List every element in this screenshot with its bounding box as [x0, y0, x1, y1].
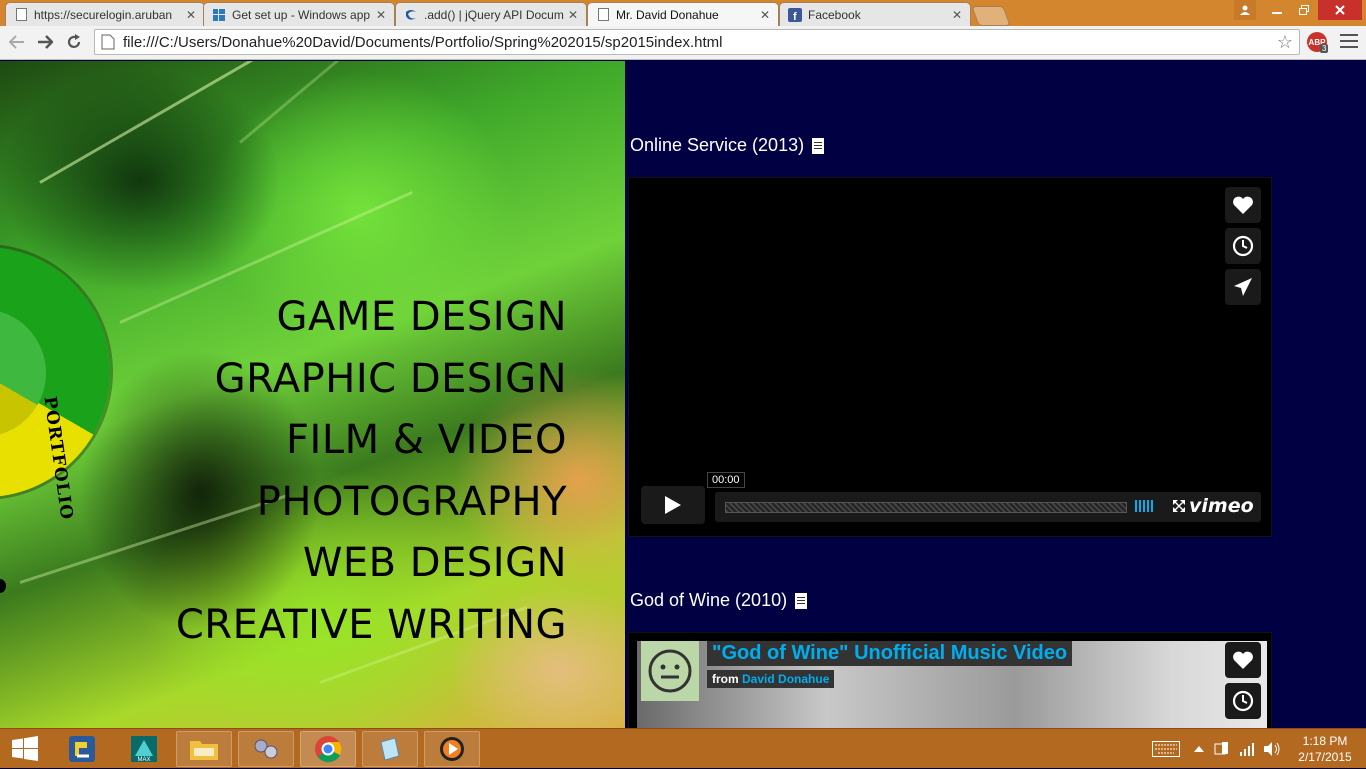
- menu-game-design[interactable]: GAME DESIGN: [176, 287, 567, 349]
- portfolio-artwork: PORTFOLIO GAME DESIGN GRAPHIC DESIGN FIL…: [0, 61, 625, 728]
- light-streak: [39, 61, 266, 184]
- page-icon: [596, 8, 610, 22]
- page-icon: [101, 34, 115, 50]
- close-window-button[interactable]: [1318, 0, 1362, 20]
- fullscreen-icon[interactable]: [1172, 499, 1186, 515]
- python-icon[interactable]: [54, 731, 110, 767]
- file-explorer-icon[interactable]: [176, 731, 232, 767]
- tab-label: https://securelogin.aruban: [34, 7, 173, 22]
- tab-david-donahue[interactable]: Mr. David Donahue ✕: [587, 2, 779, 26]
- embed-byline: from David Donahue: [707, 670, 835, 688]
- like-heart-icon[interactable]: [1225, 187, 1261, 223]
- notepad-icon[interactable]: [362, 731, 418, 767]
- tab-jquery-api[interactable]: .add() | jQuery API Docum ✕: [395, 2, 587, 26]
- adblock-count-badge: 3: [1320, 44, 1329, 53]
- tab-strip: https://securelogin.aruban ✕ Get set up …: [0, 0, 1366, 26]
- menu-photography[interactable]: PHOTOGRAPHY: [176, 472, 567, 534]
- chrome-icon[interactable]: [300, 731, 356, 767]
- vimeo-logo[interactable]: vimeo: [1189, 495, 1254, 517]
- vimeo-player-online-service[interactable]: 00:00 vimeo: [628, 177, 1272, 537]
- 3ds-max-icon[interactable]: MAX: [116, 731, 172, 767]
- document-icon[interactable]: [812, 137, 825, 154]
- reload-button[interactable]: [62, 30, 86, 54]
- action-center-icon[interactable]: [1214, 729, 1230, 769]
- windows-taskbar: MAX 1:18 PM 2/17/2015: [0, 728, 1366, 768]
- browser-toolbar: file:///C:/Users/Donahue%20David/Documen…: [0, 26, 1366, 60]
- show-hidden-icons[interactable]: [1194, 729, 1204, 769]
- tab-windows-app[interactable]: Get set up - Windows app ✕: [203, 2, 395, 26]
- restore-button[interactable]: [1291, 0, 1317, 20]
- watch-later-clock-icon[interactable]: [1225, 683, 1261, 719]
- start-button[interactable]: [0, 731, 50, 767]
- tab-label: Mr. David Donahue: [616, 7, 719, 22]
- video-title-text: God of Wine (2010): [630, 590, 788, 610]
- menu-film-video[interactable]: FILM & VIDEO: [176, 410, 567, 472]
- back-button[interactable]: [5, 30, 29, 54]
- close-icon[interactable]: ✕: [952, 8, 962, 22]
- clock-time: 1:18 PM: [1302, 734, 1348, 748]
- seek-bar[interactable]: [725, 502, 1127, 513]
- url-text: file:///C:/Users/Donahue%20David/Documen…: [123, 33, 723, 51]
- page-icon: [14, 8, 28, 22]
- svg-text:MAX: MAX: [137, 757, 150, 763]
- address-bar[interactable]: file:///C:/Users/Donahue%20David/Documen…: [94, 29, 1300, 55]
- portfolio-menu: GAME DESIGN GRAPHIC DESIGN FILM & VIDEO …: [176, 287, 567, 656]
- facebook-icon: f: [788, 7, 802, 22]
- jquery-icon: [404, 8, 418, 22]
- new-tab-button[interactable]: [971, 6, 1011, 26]
- bookmark-star-icon[interactable]: ☆: [1277, 32, 1293, 53]
- share-send-icon[interactable]: [1225, 269, 1261, 305]
- author-link[interactable]: David Donahue: [742, 672, 829, 686]
- progress-bar-container: vimeo: [715, 492, 1261, 522]
- video-title-god-of-wine: God of Wine (2010): [630, 590, 808, 611]
- tab-facebook[interactable]: f Facebook ✕: [779, 2, 971, 26]
- light-streak: [239, 61, 395, 144]
- embed-video-title[interactable]: "God of Wine" Unofficial Music Video: [707, 641, 1073, 666]
- video-list: Online Service (2013) 00:00 vimeo God of…: [625, 61, 1366, 728]
- media-player-icon[interactable]: [424, 731, 480, 767]
- avatar[interactable]: [641, 641, 699, 701]
- tab-label: .add() | jQuery API Docum: [424, 7, 564, 22]
- watch-later-clock-icon[interactable]: [1225, 228, 1261, 264]
- network-app-icon[interactable]: [238, 731, 294, 767]
- play-button[interactable]: [641, 486, 705, 524]
- close-icon[interactable]: ✕: [376, 8, 386, 22]
- close-icon[interactable]: ✕: [186, 8, 196, 22]
- user-icon[interactable]: [1234, 0, 1256, 20]
- keyboard-icon[interactable]: [1152, 729, 1180, 769]
- minimize-button[interactable]: [1264, 0, 1290, 20]
- close-icon[interactable]: ✕: [568, 8, 578, 22]
- player-controls: 00:00 vimeo: [639, 472, 1261, 526]
- video-title-text: Online Service (2013): [630, 135, 805, 155]
- svg-text:f: f: [793, 11, 797, 22]
- like-heart-icon[interactable]: [1225, 642, 1261, 678]
- vimeo-player-god-of-wine[interactable]: "God of Wine" Unofficial Music Video fro…: [628, 632, 1272, 728]
- menu-graphic-design[interactable]: GRAPHIC DESIGN: [176, 349, 567, 411]
- clock-date: 2/17/2015: [1298, 750, 1352, 764]
- taskbar-clock[interactable]: 1:18 PM 2/17/2015: [1290, 733, 1360, 765]
- close-icon[interactable]: ✕: [760, 8, 770, 22]
- document-icon[interactable]: [795, 592, 808, 609]
- timecode: 00:00: [707, 472, 745, 488]
- menu-web-design[interactable]: WEB DESIGN: [176, 533, 567, 595]
- network-signal-icon[interactable]: [1240, 729, 1256, 769]
- tab-label: Facebook: [808, 7, 861, 22]
- menu-creative-writing[interactable]: CREATIVE WRITING: [176, 595, 567, 657]
- windows-icon: [212, 8, 226, 22]
- tab-label: Get set up - Windows app: [232, 7, 371, 22]
- volume-speaker-icon[interactable]: [1263, 729, 1281, 769]
- tab-securelogin[interactable]: https://securelogin.aruban ✕: [5, 2, 205, 26]
- from-label: from: [712, 672, 739, 686]
- wheel-dot: [0, 579, 6, 593]
- video-title-online-service: Online Service (2013): [630, 135, 825, 156]
- volume-icon[interactable]: [1135, 500, 1153, 512]
- forward-button[interactable]: [33, 30, 57, 54]
- chrome-menu-icon[interactable]: [1340, 34, 1358, 52]
